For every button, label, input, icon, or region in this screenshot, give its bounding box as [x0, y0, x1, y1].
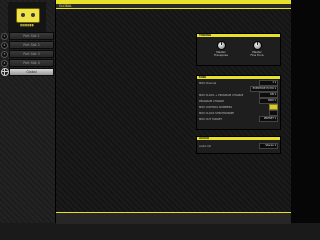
sidebar-item-3[interactable]: 3 Part Slot 3 [0, 50, 55, 58]
slot-number: 1 [1, 32, 8, 40]
sidebar-item-label: Global [9, 68, 54, 76]
midi-clock-program-row: MIDI CLOCK + PROGRAM CHANGE ON ▾ [199, 92, 278, 98]
logo: ▮▮▮▮▮▮▮ [8, 2, 46, 32]
cassette-icon [16, 8, 40, 23]
sidebar-item-4[interactable]: 4 Part Slot 4 [0, 59, 55, 67]
program-change-select[interactable]: MIDI ▾ [259, 98, 278, 104]
audio-io-row: Audio I/O Stereo ▾ [199, 143, 278, 149]
midi-channel-select[interactable]: 1 ▾ [259, 80, 278, 86]
midi-device-row: EVENTIDE ECHO ▾ [199, 86, 278, 92]
midi-panel: MIDI MIDI Channel 1 ▾ EVENTIDE ECHO ▾ MI… [196, 75, 281, 130]
midi-clock-sync-toggle[interactable]: ON [269, 110, 278, 116]
row-label: PROGRAM CHANGE [199, 99, 225, 103]
slot-number: 3 [1, 50, 8, 58]
knob-label: Master Fine Tune [250, 50, 264, 58]
row-label: MIDI Channel [199, 81, 217, 85]
bottom-bar [56, 212, 291, 224]
master-transpose-control: Master Transpose [213, 41, 229, 57]
knob-icon[interactable] [216, 41, 226, 50]
sidebar-item-1[interactable]: 1 Part Slot 1 [0, 32, 55, 40]
row-label: MIDI CLOCK SYNCHRONIZE [199, 111, 235, 115]
midi-out-target-row: MIDI OUT TARGET PRESET ▾ [199, 116, 278, 122]
slot-number: 2 [1, 41, 8, 49]
program-change-row: PROGRAM CHANGE MIDI ▾ [199, 98, 278, 104]
globe-icon [0, 68, 9, 76]
sidebar-item-global[interactable]: Global [0, 68, 55, 76]
midi-clock-sync-row: MIDI CLOCK SYNCHRONIZE ON [199, 110, 278, 116]
sidebar-item-label: Part Slot 1 [9, 32, 54, 40]
sidebar-item-label: Part Slot 3 [9, 50, 54, 58]
panel-title: TUNING [197, 34, 280, 37]
midi-out-target-select[interactable]: PRESET ▾ [259, 116, 278, 122]
knob-label: Master Transpose [213, 50, 229, 58]
master-fine-tune-control: Master Fine Tune [249, 41, 265, 57]
midi-device-select[interactable]: EVENTIDE ECHO ▾ [250, 86, 278, 92]
midi-control-numbers-row: MIDI CONTROL NUMBERS ON [199, 104, 278, 110]
slot-number: 4 [1, 59, 8, 67]
sidebar-item-label: Part Slot 4 [9, 59, 54, 67]
tuning-panel: TUNING Master Transpose Master Fine Tune [196, 33, 281, 66]
panel-title: AUDIO [197, 137, 280, 140]
panel-title: MIDI [197, 76, 280, 79]
midi-control-numbers-toggle[interactable]: ON [269, 104, 278, 110]
audio-panel: AUDIO Audio I/O Stereo ▾ [196, 136, 281, 154]
sidebar-item-label: Part Slot 2 [9, 41, 54, 49]
knob-icon[interactable] [252, 41, 262, 50]
audio-io-select[interactable]: Stereo ▾ [259, 143, 278, 149]
sidebar: ▮▮▮▮▮▮▮ 1 Part Slot 1 2 Part Slot 2 3 Pa… [0, 0, 56, 223]
midi-clock-program-select[interactable]: ON ▾ [259, 92, 278, 98]
row-label: Audio I/O [199, 144, 211, 148]
row-label: MIDI OUT TARGET [199, 117, 223, 121]
main-content: TUNING Master Transpose Master Fine Tune… [56, 9, 291, 212]
tab-global[interactable]: GLOBAL [56, 4, 75, 8]
row-label: MIDI CLOCK + PROGRAM CHANGE [199, 93, 244, 97]
row-label: MIDI CONTROL NUMBERS [199, 105, 233, 109]
midi-channel-row: MIDI Channel 1 ▾ [199, 80, 278, 86]
sidebar-item-2[interactable]: 2 Part Slot 2 [0, 41, 55, 49]
right-panel [291, 0, 320, 223]
logo-text: ▮▮▮▮▮▮▮ [20, 23, 34, 27]
